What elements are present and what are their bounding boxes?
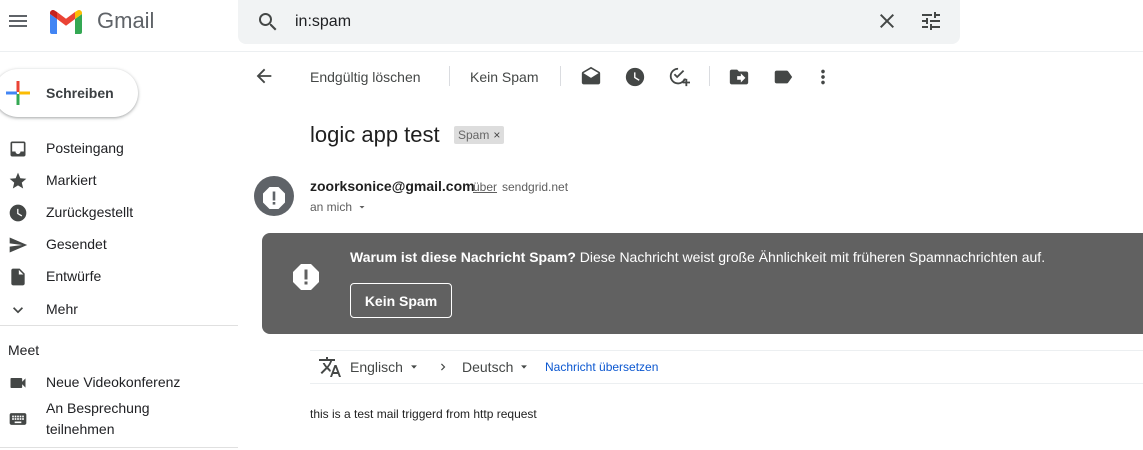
sidebar-item-snoozed[interactable]: Zurückgestellt [0, 196, 238, 228]
join-meeting-label-line1: An Besprechung [46, 400, 150, 416]
search-input[interactable] [295, 10, 855, 34]
videocam-icon [8, 373, 28, 393]
recipient-label: an mich [310, 200, 353, 214]
translate-bar-top-border [310, 350, 1143, 351]
caret-down-icon [356, 201, 368, 213]
close-icon[interactable] [875, 9, 899, 33]
search-icon[interactable] [256, 10, 280, 34]
sidebar-item-inbox[interactable]: Posteingang [0, 132, 238, 164]
spam-reason-description: Diese Nachricht weist große Ähnlichkeit … [579, 249, 1046, 265]
target-language-label: Deutsch [462, 359, 514, 375]
sidebar-item-label: Posteingang [46, 140, 124, 156]
inbox-icon [8, 139, 28, 159]
recipient-details[interactable]: an mich [310, 200, 368, 214]
caret-down-icon [521, 365, 528, 369]
sender-avatar [254, 176, 294, 216]
remove-label-icon[interactable]: × [493, 126, 500, 144]
menu-icon[interactable] [6, 9, 30, 33]
label-icon[interactable] [772, 66, 794, 88]
source-language-select[interactable]: Englisch [350, 359, 419, 375]
keyboard-icon [8, 409, 28, 429]
sidebar-divider [0, 447, 238, 448]
sidebar-item-label: Gesendet [46, 236, 107, 252]
spam-label-text: Spam [458, 128, 490, 142]
sidebar-item-label: Entwürfe [46, 268, 102, 284]
sidebar-item-starred[interactable]: Markiert [0, 164, 238, 196]
warning-icon [263, 187, 285, 209]
spam-label-chip: Spam × [454, 126, 505, 144]
sidebar-item-drafts[interactable]: Entwürfe [0, 260, 238, 292]
sidebar-divider [0, 325, 238, 326]
sidebar-item-join-meeting[interactable]: An Besprechung teilnehmen [0, 398, 238, 442]
toolbar-separator [560, 66, 561, 86]
more-vert-icon[interactable] [812, 66, 834, 88]
via-link[interactable]: über [473, 180, 497, 194]
sidebar-item-more[interactable]: Mehr [0, 293, 238, 325]
clock-icon [8, 203, 28, 223]
sidebar-item-label: Zurückgestellt [46, 204, 134, 220]
gmail-logo[interactable] [48, 8, 84, 36]
meet-section-title: Meet [8, 342, 40, 358]
sidebar-item-new-meeting[interactable]: Neue Videokonferenz [0, 366, 238, 398]
via-domain: sendgrid.net [502, 180, 569, 194]
toolbar-separator [709, 66, 710, 86]
sidebar-item-label: Mehr [46, 301, 78, 317]
translate-message-link[interactable]: Nachricht übersetzen [545, 360, 658, 374]
caret-down-icon [411, 365, 417, 369]
plus-icon [6, 81, 30, 105]
back-icon[interactable] [253, 65, 275, 87]
delete-forever-button[interactable]: Endgültig löschen [310, 69, 421, 85]
sender-email[interactable]: zoorksonice@gmail.com [310, 178, 475, 194]
translate-bar-bottom-border [310, 383, 1143, 384]
star-icon [8, 171, 28, 191]
chevron-down-icon [8, 300, 28, 320]
compose-label: Schreiben [46, 85, 114, 101]
toolbar-separator [449, 66, 450, 86]
brand-name: Gmail [97, 8, 155, 33]
banner-not-spam-button[interactable]: Kein Spam [350, 283, 452, 318]
move-to-icon[interactable] [728, 66, 750, 88]
chevron-right-icon [436, 360, 450, 374]
target-language-select[interactable]: Deutsch [462, 359, 529, 375]
source-language-label: Englisch [350, 359, 403, 375]
send-icon [8, 235, 28, 255]
sidebar-item-label: Markiert [46, 172, 97, 188]
message-subject: logic app test [310, 122, 440, 147]
mark-unread-icon[interactable] [580, 66, 602, 88]
spam-reason-text: Warum ist diese Nachricht Spam? Diese Na… [350, 249, 1045, 265]
spam-reason-title: Warum ist diese Nachricht Spam? [350, 249, 576, 265]
add-task-icon[interactable] [668, 66, 690, 88]
report-icon [290, 261, 322, 293]
snooze-icon[interactable] [624, 66, 646, 88]
draft-icon [8, 267, 28, 287]
tune-icon[interactable] [919, 9, 943, 33]
translate-icon [318, 355, 342, 379]
join-meeting-label: An Besprechung teilnehmen [46, 398, 150, 440]
sidebar-item-label: Neue Videokonferenz [46, 374, 181, 390]
join-meeting-label-line2: teilnehmen [46, 421, 115, 437]
message-body: this is a test mail triggerd from http r… [310, 407, 537, 421]
not-spam-button[interactable]: Kein Spam [470, 69, 538, 85]
sidebar-item-sent[interactable]: Gesendet [0, 228, 238, 260]
